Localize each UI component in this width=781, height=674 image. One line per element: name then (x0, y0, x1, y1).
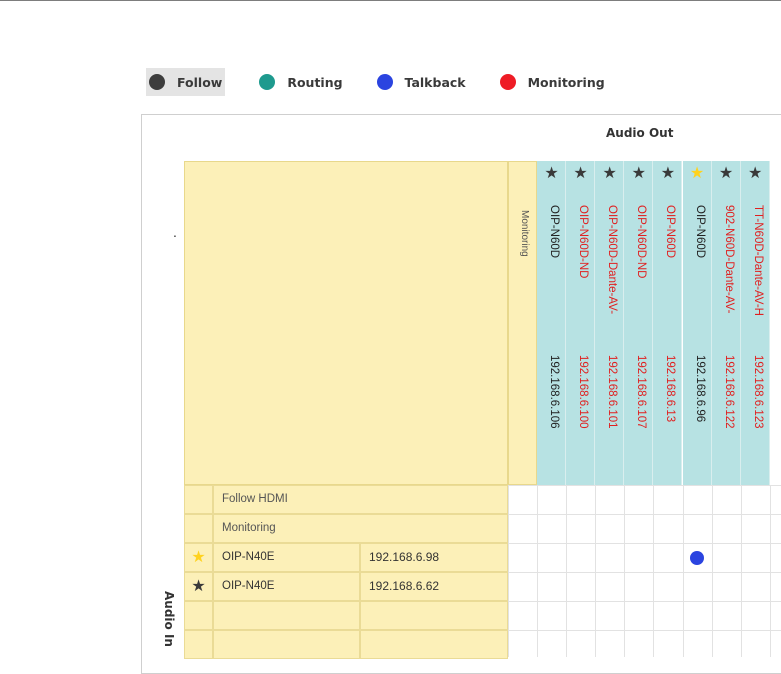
grid-line (508, 630, 781, 631)
input-name (213, 630, 360, 659)
output-ip: 192.168.6.107 (635, 355, 648, 429)
grid-line (624, 485, 625, 657)
legend-item-follow[interactable]: Follow (146, 68, 226, 96)
grid-line (566, 485, 567, 657)
grid-line (683, 485, 684, 657)
legend-item-monitoring[interactable]: Monitoring (499, 68, 605, 96)
routing-dot-icon (259, 74, 276, 90)
output-ip: 192.168.6.96 (693, 355, 706, 423)
top-border (0, 0, 781, 1)
monitoring-dot-icon (499, 74, 516, 90)
input-row[interactable]: ★ OIP-N40E 192.168.6.98 (184, 543, 508, 572)
output-column-6[interactable]: ★ 902-N60D-Dante-AV- 192.168.6.122 (711, 161, 741, 485)
grid-line (508, 485, 509, 657)
row-star-cell: ★ (184, 543, 213, 572)
grid-line (508, 514, 781, 515)
row-star-cell (184, 630, 213, 659)
follow-dot-icon (149, 74, 165, 90)
output-name: OIP-N60D-ND (635, 205, 648, 279)
output-column-7[interactable]: ★ TT-N60D-Dante-AV-H 192.168.6.123 (740, 161, 770, 485)
star-icon[interactable]: ★ (683, 165, 712, 183)
input-ip (360, 630, 508, 659)
star-icon[interactable]: ★ (537, 165, 566, 183)
output-name: OIP-N60D-ND (577, 205, 590, 279)
special-row[interactable]: Monitoring (184, 514, 508, 543)
legend: Follow Routing Talkback Monitoring (146, 68, 639, 96)
legend-label: Routing (287, 74, 343, 90)
talkback-dot-icon (376, 74, 393, 90)
grid-line (508, 601, 781, 602)
output-name: TT-N60D-Dante-AV-H (751, 205, 764, 316)
output-name: OIP-N60D (664, 205, 677, 259)
grid-line (595, 485, 596, 657)
star-icon[interactable]: ★ (624, 165, 653, 183)
output-ip: 192.168.6.101 (606, 355, 619, 429)
output-ip: 192.168.6.13 (664, 355, 677, 423)
output-ip: 192.168.6.106 (548, 355, 560, 429)
legend-label: Follow (177, 74, 223, 90)
input-name: OIP-N40E (213, 572, 360, 601)
grid-line (770, 485, 771, 657)
grid-line (537, 485, 538, 657)
audio-in-label-wrap: Audio In (161, 590, 176, 650)
audio-in-label: Audio In (162, 591, 176, 647)
star-icon[interactable]: ★ (566, 165, 595, 183)
output-column-2[interactable]: ★ OIP-N60D-Dante-AV- 192.168.6.101 (595, 161, 625, 485)
grid-line (741, 485, 742, 657)
star-icon[interactable]: ★ (653, 165, 682, 183)
star-icon[interactable]: ★ (191, 578, 205, 595)
input-ip: 192.168.6.98 (360, 543, 508, 572)
grid-line (508, 485, 781, 486)
output-name: OIP-N60D-Dante-AV- (606, 205, 619, 315)
talkback-route-dot[interactable] (690, 551, 704, 565)
output-name: OIP-N60D (548, 205, 560, 259)
special-row-label: Monitoring (213, 514, 508, 543)
special-row[interactable]: Follow HDMI (184, 485, 508, 514)
output-ip: 192.168.6.100 (577, 355, 590, 429)
input-ip: 192.168.6.62 (360, 572, 508, 601)
input-name: OIP-N40E (213, 543, 360, 572)
output-column-5[interactable]: ★ OIP-N60D 192.168.6.96 (682, 161, 712, 485)
special-row-label: Follow HDMI (213, 485, 508, 514)
input-row[interactable] (184, 601, 508, 630)
monitoring-column-header: Monitoring (508, 161, 537, 485)
row-star-cell (184, 601, 213, 630)
output-ip: 192.168.6.123 (751, 355, 764, 429)
legend-label: Talkback (404, 74, 466, 90)
routing-grid (508, 485, 781, 657)
star-icon[interactable]: ★ (191, 549, 205, 566)
input-ip (360, 601, 508, 630)
legend-item-talkback[interactable]: Talkback (376, 68, 466, 96)
output-name: OIP-N60D (693, 205, 706, 259)
legend-item-routing[interactable]: Routing (259, 68, 343, 96)
output-column-4[interactable]: ★ OIP-N60D 192.168.6.13 (653, 161, 683, 485)
output-column-0[interactable]: ★ OIP-N60D 192.168.6.106 (537, 161, 566, 485)
star-icon[interactable]: ★ (712, 165, 741, 183)
grid-line (712, 485, 713, 657)
grid-line (508, 572, 781, 573)
legend-label: Monitoring (527, 74, 605, 90)
corner-mark: . (173, 224, 177, 240)
input-row[interactable] (184, 630, 508, 659)
output-column-1[interactable]: ★ OIP-N60D-ND 192.168.6.100 (566, 161, 596, 485)
star-icon[interactable]: ★ (741, 165, 770, 183)
audio-out-label: Audio Out (606, 126, 674, 140)
output-name: 902-N60D-Dante-AV- (722, 205, 735, 314)
row-spacer (184, 514, 213, 543)
row-spacer (184, 485, 213, 514)
grid-line (653, 485, 654, 657)
matrix-corner (184, 161, 508, 485)
input-row[interactable]: ★ OIP-N40E 192.168.6.62 (184, 572, 508, 601)
monitoring-column-label: Monitoring (519, 210, 530, 257)
output-ip: 192.168.6.122 (722, 355, 735, 429)
row-star-cell: ★ (184, 572, 213, 601)
star-icon[interactable]: ★ (595, 165, 624, 183)
grid-line (508, 543, 781, 544)
input-name (213, 601, 360, 630)
output-column-3[interactable]: ★ OIP-N60D-ND 192.168.6.107 (624, 161, 654, 485)
